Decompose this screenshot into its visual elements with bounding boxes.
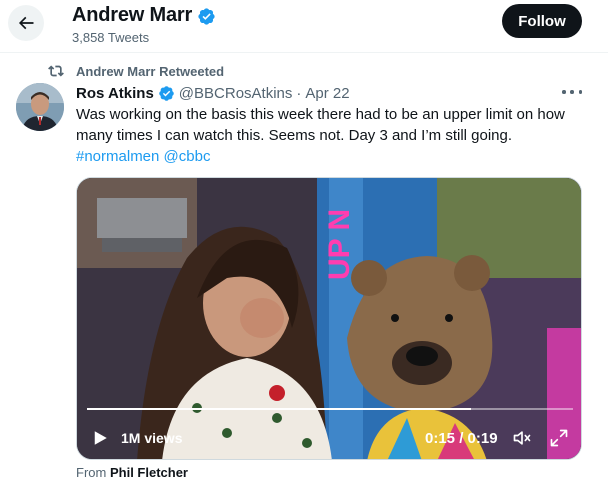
sign-label: UP N xyxy=(323,209,356,280)
hashtag-link[interactable]: #normalmen xyxy=(76,148,159,165)
media-attribution: From Phil Fletcher xyxy=(76,465,188,480)
video-scrubber[interactable] xyxy=(87,408,573,410)
avatar-image xyxy=(16,83,64,131)
tweet-text-line: Was working on the basis this week there… xyxy=(76,106,565,123)
attribution-prefix: From xyxy=(76,465,107,480)
more-options-icon[interactable] xyxy=(562,85,582,99)
profile-header: Andrew Marr 3,858 Tweets Follow xyxy=(0,0,608,53)
attribution-author[interactable]: Phil Fletcher xyxy=(110,465,188,480)
video-player[interactable]: UP N 1M views 0:15 / 0:19 xyxy=(76,177,582,460)
arrow-left-icon xyxy=(18,16,34,30)
separator-dot: · xyxy=(296,84,302,102)
tweet-author-row: Ros Atkins @BBCRosAtkins · Apr 22 xyxy=(76,83,350,103)
video-time: 0:15 / 0:19 xyxy=(425,430,498,447)
volume-icon[interactable] xyxy=(511,428,533,448)
mention-link[interactable]: @cbbc xyxy=(164,148,211,165)
verified-badge-icon xyxy=(159,85,174,101)
view-count: 1M views xyxy=(121,430,183,446)
tweet-text-line: many times I can watch this. Seems not. … xyxy=(76,127,513,144)
author-handle[interactable]: @BBCRosAtkins xyxy=(179,85,293,102)
tweet-count: 3,858 Tweets xyxy=(72,30,150,45)
verified-badge-icon xyxy=(198,8,215,25)
tweet-date[interactable]: Apr 22 xyxy=(305,85,349,102)
play-icon[interactable] xyxy=(91,429,109,447)
retweet-indicator: Andrew Marr Retweeted xyxy=(48,62,224,80)
retweet-label[interactable]: Andrew Marr Retweeted xyxy=(76,64,224,79)
author-name[interactable]: Ros Atkins xyxy=(76,85,154,102)
back-button[interactable] xyxy=(8,5,44,41)
avatar[interactable] xyxy=(16,83,64,131)
fullscreen-icon[interactable] xyxy=(549,428,569,448)
page-title: Andrew Marr xyxy=(72,4,193,26)
video-progress-fill xyxy=(87,408,471,410)
retweet-icon xyxy=(48,65,64,77)
sign-text: UP N xyxy=(323,209,356,280)
tweet-text: Was working on the basis this week there… xyxy=(76,104,588,167)
follow-button[interactable]: Follow xyxy=(502,4,582,38)
